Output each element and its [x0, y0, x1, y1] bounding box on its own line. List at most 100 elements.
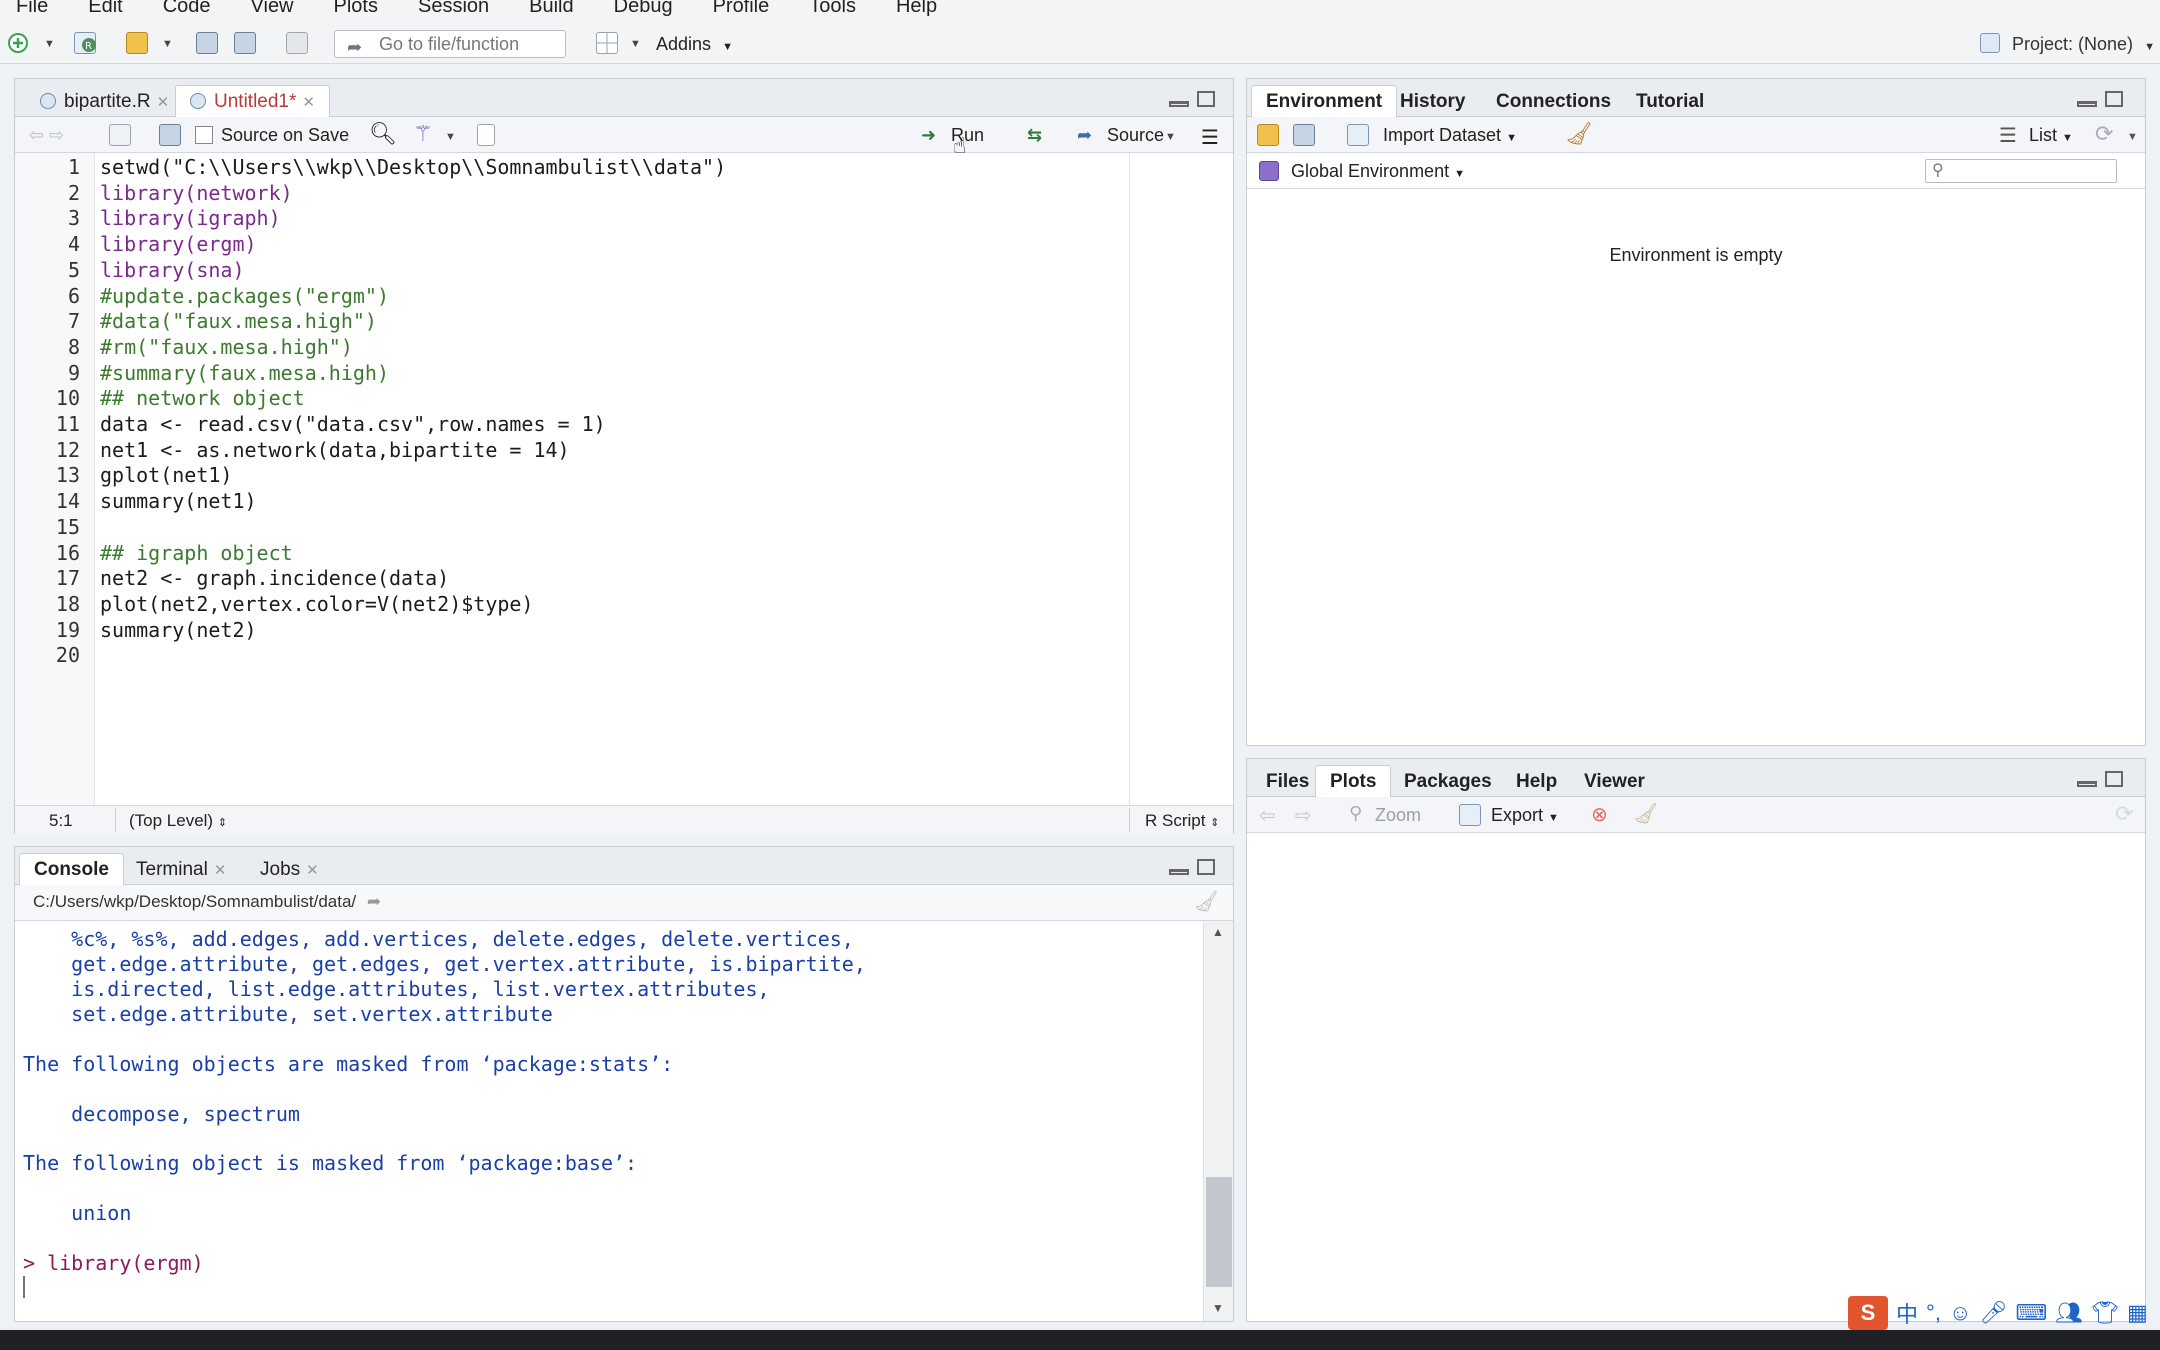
tab-jobs[interactable]: Jobs ✕: [245, 853, 334, 885]
ime-language-toggle[interactable]: 中: [1896, 1297, 1918, 1329]
outline-icon[interactable]: ☰: [1201, 125, 1219, 150]
clear-console-broom-icon[interactable]: 🧹︎: [1194, 885, 1219, 919]
zoom-button[interactable]: Zoom: [1375, 805, 1421, 826]
skin-icon[interactable]: 👕︎: [2091, 1300, 2119, 1326]
tab-console[interactable]: Console: [19, 853, 124, 885]
scroll-up-icon[interactable]: ▲: [1212, 925, 1224, 939]
menu-help[interactable]: Help: [876, 0, 957, 16]
global-environment-dropdown[interactable]: Global Environment ▼: [1291, 161, 1465, 182]
tab-plots[interactable]: Plots: [1315, 765, 1392, 797]
scroll-thumb[interactable]: [1206, 1177, 1232, 1287]
menu-code[interactable]: Code: [143, 0, 231, 16]
new-project-icon[interactable]: R: [74, 32, 96, 54]
tab-viewer[interactable]: Viewer: [1569, 765, 1660, 797]
next-plot-icon[interactable]: ⇨: [1295, 803, 1312, 828]
refresh-dropdown-icon[interactable]: ▼: [2127, 131, 2138, 143]
save-all-icon[interactable]: [234, 32, 256, 54]
console-output[interactable]: %c%, %s%, add.edges, add.vertices, delet…: [15, 921, 1203, 1321]
maximize-pane-icon[interactable]: [1197, 859, 1215, 875]
code-tools-dropdown-icon[interactable]: ▼: [445, 131, 456, 143]
minimize-pane-icon[interactable]: [1169, 101, 1189, 107]
save-icon[interactable]: [159, 124, 181, 146]
go-to-dir-icon[interactable]: ➦: [367, 892, 381, 911]
new-file-icon[interactable]: [8, 33, 28, 53]
previous-plot-icon[interactable]: ⇦: [1259, 803, 1276, 828]
minimize-pane-icon[interactable]: [2077, 781, 2097, 787]
close-icon[interactable]: ✕: [214, 862, 227, 879]
close-icon[interactable]: ✕: [302, 94, 315, 111]
go-to-file-input[interactable]: ➦ Go to file/function: [334, 30, 566, 58]
pane-layout-icon[interactable]: [596, 32, 618, 54]
menu-tools[interactable]: Tools: [789, 0, 876, 16]
project-menu[interactable]: Project: (None) ▼: [2012, 34, 2155, 55]
tab-help[interactable]: Help: [1501, 765, 1572, 797]
scope-selector[interactable]: (Top Level) ⇕: [115, 811, 227, 831]
save-icon[interactable]: [196, 32, 218, 54]
menu-file[interactable]: File: [0, 0, 68, 16]
environment-search-input[interactable]: ⚲: [1925, 159, 2117, 183]
tab-packages[interactable]: Packages: [1389, 765, 1507, 797]
open-file-icon[interactable]: [126, 32, 148, 54]
remove-plot-icon[interactable]: ⊗: [1591, 802, 1608, 827]
menu-build[interactable]: Build: [509, 0, 593, 16]
show-in-window-icon[interactable]: [109, 124, 131, 146]
export-dropdown[interactable]: Export ▼: [1491, 805, 1559, 826]
source-on-save-checkbox[interactable]: [195, 126, 213, 144]
menu-edit[interactable]: Edit: [68, 0, 142, 16]
maximize-pane-icon[interactable]: [2105, 91, 2123, 107]
microphone-icon[interactable]: 🎤︎: [1979, 1300, 2007, 1326]
minimize-pane-icon[interactable]: [1169, 869, 1189, 875]
maximize-pane-icon[interactable]: [2105, 771, 2123, 787]
refresh-icon[interactable]: ⟳: [2095, 121, 2113, 147]
view-mode-dropdown[interactable]: List ▼: [2029, 125, 2073, 146]
ime-logo-icon[interactable]: S: [1848, 1296, 1888, 1330]
keyboard-icon[interactable]: ⌨: [2015, 1300, 2047, 1326]
console-line: The following objects are masked from ‘p…: [23, 1051, 674, 1076]
open-file-dropdown-icon[interactable]: ▼: [162, 38, 173, 50]
maximize-pane-icon[interactable]: [1197, 91, 1215, 107]
tab-tutorial[interactable]: Tutorial: [1621, 85, 1719, 117]
minimize-pane-icon[interactable]: [2077, 101, 2097, 107]
clear-workspace-broom-icon[interactable]: 🧹︎: [1565, 121, 1593, 147]
menu-profile[interactable]: Profile: [693, 0, 790, 16]
refresh-icon[interactable]: ⟳: [2115, 801, 2133, 827]
grid-menu-icon[interactable]: ▦: [2127, 1300, 2148, 1326]
back-icon[interactable]: ⇦ ⇨: [29, 125, 64, 146]
tab-history[interactable]: History: [1385, 85, 1480, 117]
new-file-dropdown-icon[interactable]: ▼: [44, 38, 55, 50]
user-icon[interactable]: 👥︎: [2055, 1300, 2083, 1326]
tab-bipartite-r[interactable]: bipartite.R ✕: [25, 85, 184, 117]
addins-menu[interactable]: Addins ▼: [656, 34, 733, 55]
clear-plots-broom-icon[interactable]: 🧹︎: [1633, 801, 1658, 826]
menu-debug[interactable]: Debug: [594, 0, 693, 16]
menu-session[interactable]: Session: [398, 0, 509, 16]
filetype-selector[interactable]: R Script ⇕: [1145, 811, 1219, 831]
close-icon[interactable]: ✕: [306, 862, 319, 879]
environment-toolbar: Import Dataset ▼ 🧹︎ ☰ List ▼ ⟳ ▼: [1247, 117, 2145, 153]
import-dataset-button[interactable]: Import Dataset ▼: [1383, 125, 1517, 146]
tab-files[interactable]: Files: [1251, 765, 1324, 797]
save-workspace-icon[interactable]: [1293, 124, 1315, 146]
tab-untitled1[interactable]: Untitled1* ✕: [175, 85, 330, 117]
tab-terminal[interactable]: Terminal ✕: [121, 853, 241, 885]
source-button[interactable]: Source: [1107, 125, 1164, 146]
load-workspace-icon[interactable]: [1257, 124, 1279, 146]
code-tools-wand-icon[interactable]: ⚚: [413, 121, 433, 147]
pane-layout-dropdown-icon[interactable]: ▼: [630, 38, 641, 50]
emoji-icon[interactable]: ☺: [1949, 1300, 1971, 1326]
source-dropdown-icon[interactable]: ▼: [1165, 131, 1176, 143]
close-icon[interactable]: ✕: [157, 94, 170, 111]
line-number: 19: [55, 617, 80, 642]
code-editor[interactable]: 1 2 3 4 5 6 7 8 9 10 11 12 13 14 15 16 17 18 19 20 setwd("C…: [15, 153, 1135, 805]
scroll-down-icon[interactable]: ▼: [1212, 1301, 1224, 1315]
menu-view[interactable]: View: [231, 0, 314, 16]
menu-plots[interactable]: Plots: [314, 0, 398, 16]
rerun-icon[interactable]: ⇆: [1027, 125, 1042, 146]
console-scrollbar[interactable]: ▲ ▼: [1203, 921, 1233, 1321]
print-icon[interactable]: [286, 32, 308, 54]
search-icon[interactable]: 🔍︎: [369, 121, 397, 147]
tab-environment[interactable]: Environment: [1251, 85, 1398, 117]
ime-punctuation-toggle[interactable]: °,: [1926, 1300, 1941, 1326]
compile-report-icon[interactable]: [477, 124, 495, 146]
tab-connections[interactable]: Connections: [1481, 85, 1626, 117]
